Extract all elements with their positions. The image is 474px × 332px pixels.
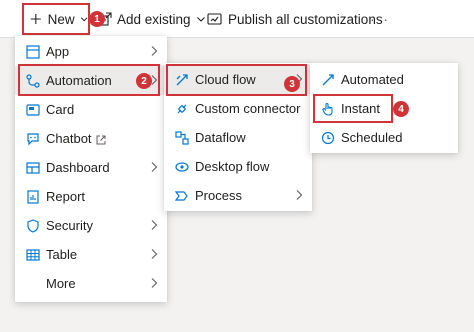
menu-item-automated[interactable]: Automated bbox=[310, 65, 458, 94]
menu-item-custom-connector[interactable]: Custom connector bbox=[164, 94, 312, 123]
menu-item-card[interactable]: Card bbox=[15, 95, 167, 124]
table-icon bbox=[25, 247, 41, 263]
menu-item-label: Custom connector bbox=[195, 101, 301, 116]
chevron-right-icon bbox=[151, 220, 158, 230]
chevron-right-icon bbox=[151, 278, 158, 288]
command-bar: New Add existing Publish all customizati… bbox=[0, 0, 474, 38]
menu-item-label: Report bbox=[46, 189, 86, 204]
publish-all-button[interactable]: Publish all customizations bbox=[207, 0, 383, 38]
open-external-icon bbox=[96, 135, 106, 145]
menu-item-report[interactable]: Report bbox=[15, 182, 167, 211]
menu-item-label: Chatbot bbox=[46, 131, 92, 146]
menu-item-label: Card bbox=[46, 102, 75, 117]
automated-icon bbox=[320, 72, 336, 88]
clock-icon bbox=[320, 130, 336, 146]
menu-item-more[interactable]: More bbox=[15, 269, 167, 298]
publish-icon bbox=[207, 13, 222, 25]
connector-icon bbox=[174, 101, 190, 117]
process-icon bbox=[174, 188, 190, 204]
card-icon bbox=[25, 102, 41, 118]
menu-item-process[interactable]: Process bbox=[164, 181, 312, 210]
chevron-right-icon bbox=[151, 249, 158, 259]
menu-item-dashboard[interactable]: Dashboard bbox=[15, 153, 167, 182]
add-existing-label: Add existing bbox=[117, 11, 191, 27]
menu-item-scheduled[interactable]: Scheduled bbox=[310, 123, 458, 152]
step-badge-3: 3 bbox=[284, 76, 300, 92]
chevron-right-icon bbox=[151, 46, 158, 56]
menu-item-chatbot[interactable]: Chatbot bbox=[15, 124, 167, 153]
menu-item-label: Dashboard bbox=[46, 160, 110, 175]
chevron-right-icon bbox=[296, 190, 303, 200]
add-existing-button[interactable]: Add existing bbox=[98, 0, 206, 38]
dataflow-icon bbox=[174, 130, 190, 146]
step-badge-4: 4 bbox=[393, 101, 409, 117]
menu-item-label: Process bbox=[195, 188, 242, 203]
menu-item-label: Table bbox=[46, 247, 78, 262]
menu-item-desktop-flow[interactable]: Desktop flow bbox=[164, 152, 312, 181]
menu-item-label: Automated bbox=[341, 72, 404, 87]
chatbot-icon bbox=[25, 131, 41, 147]
menu-item-dataflow[interactable]: Dataflow bbox=[164, 123, 312, 152]
menu-item-label: Scheduled bbox=[341, 130, 403, 145]
more-options-label: ··· bbox=[370, 11, 390, 27]
highlight-instant bbox=[313, 94, 393, 123]
chevron-right-icon bbox=[151, 162, 158, 172]
step-badge-1: 1 bbox=[89, 11, 105, 27]
menu-item-label: App bbox=[46, 44, 70, 59]
new-button-label: New bbox=[47, 11, 75, 27]
shield-icon bbox=[25, 218, 41, 234]
menu-item-chatbot-text: Chatbot bbox=[46, 131, 106, 146]
chevron-down-icon bbox=[196, 17, 205, 22]
plus-icon bbox=[30, 14, 41, 24]
desktop-flow-icon bbox=[174, 159, 190, 175]
dashboard-icon bbox=[25, 160, 41, 176]
menu-item-label: Dataflow bbox=[195, 130, 246, 145]
publish-all-label: Publish all customizations bbox=[228, 11, 383, 27]
more-options-button[interactable]: ··· bbox=[370, 0, 390, 38]
new-button[interactable]: New bbox=[22, 3, 90, 35]
report-icon bbox=[25, 189, 41, 205]
menu-item-label: More bbox=[46, 276, 76, 291]
chevron-down-icon bbox=[80, 17, 88, 22]
menu-item-table[interactable]: Table bbox=[15, 240, 167, 269]
menu-item-app[interactable]: App bbox=[15, 37, 167, 66]
app-grid-icon bbox=[25, 44, 41, 60]
menu-item-security[interactable]: Security bbox=[15, 211, 167, 240]
menu-item-label: Security bbox=[46, 218, 93, 233]
menu-item-label: Desktop flow bbox=[195, 159, 270, 174]
step-badge-2: 2 bbox=[136, 73, 152, 89]
